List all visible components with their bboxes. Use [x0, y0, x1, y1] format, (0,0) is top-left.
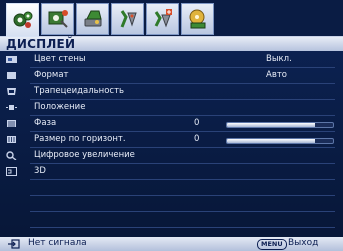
menu-item-label: Трапецеидальность: [34, 86, 125, 96]
phase-value: 0: [194, 118, 200, 128]
wall-color-icon: [6, 56, 17, 63]
menu-key-icon[interactable]: MENU: [257, 239, 287, 250]
menu-item-label: Размер по горизонт.: [34, 134, 126, 144]
h-size-slider[interactable]: [226, 138, 334, 144]
digital-zoom-icon: [6, 151, 17, 160]
picture-settings-icon: [13, 11, 32, 28]
status-bar: Нет сигнала MENU Выход: [0, 237, 343, 251]
menu-item-label: Фаза: [34, 118, 57, 128]
tab-information[interactable]: [181, 3, 214, 35]
keystone-icon: [7, 88, 16, 95]
advanced-picture-icon: [48, 10, 68, 28]
menu-tabs: [6, 3, 216, 37]
tab-system[interactable]: [111, 3, 144, 35]
information-icon: [189, 9, 205, 29]
tab-advanced-picture[interactable]: [41, 3, 74, 35]
tab-setup[interactable]: [76, 3, 109, 35]
menu-item-keystone[interactable]: Трапецеидальность: [0, 84, 343, 100]
3d-icon: [6, 167, 17, 176]
menu-title: ДИСПЛЕЙ: [6, 37, 76, 51]
exit-label: Выход: [288, 238, 319, 248]
menu-item-label: 3D: [34, 166, 46, 176]
wall-color-value[interactable]: Выкл.: [266, 54, 292, 64]
menu-item-wall-color[interactable]: Цвет стены Выкл.: [0, 52, 343, 68]
menu-item-label: Положение: [34, 102, 86, 112]
input-source-icon: [8, 239, 20, 249]
position-icon: [6, 105, 17, 110]
phase-slider[interactable]: [226, 122, 334, 128]
phase-slider-fill: [227, 123, 315, 127]
menu-item-label: Цвет стены: [34, 54, 86, 64]
menu-item-phase[interactable]: Фаза 0: [0, 116, 343, 132]
menu-item-aspect-ratio[interactable]: Формат Авто: [0, 68, 343, 84]
tab-picture[interactable]: [6, 3, 39, 37]
menu-item-position[interactable]: Положение: [0, 100, 343, 116]
menu-item-label: Цифровое увеличение: [34, 150, 135, 160]
empty-row: [0, 196, 343, 212]
menu-item-label: Формат: [34, 70, 69, 80]
setup-icon: [84, 10, 102, 27]
h-size-icon: [7, 136, 16, 143]
h-size-value: 0: [194, 134, 200, 144]
menu-title-bar: ДИСПЛЕЙ: [0, 37, 343, 51]
aspect-ratio-value[interactable]: Авто: [266, 70, 287, 80]
tab-advanced-system[interactable]: [146, 3, 179, 35]
system-settings-icon: [120, 10, 137, 28]
osd-menu: ДИСПЛЕЙ Цвет стены Выкл. Формат Авто Тра…: [0, 0, 343, 251]
menu-item-3d[interactable]: 3D: [0, 164, 343, 180]
phase-icon: [7, 120, 16, 127]
source-status: Нет сигнала: [28, 238, 87, 248]
menu-list: Цвет стены Выкл. Формат Авто Трапецеидал…: [0, 52, 343, 251]
menu-item-h-size[interactable]: Размер по горизонт. 0: [0, 132, 343, 148]
empty-row: [0, 212, 343, 228]
empty-row: [0, 180, 343, 196]
aspect-ratio-icon: [7, 72, 16, 79]
menu-item-digital-zoom[interactable]: Цифровое увеличение: [0, 148, 343, 164]
advanced-system-icon: [154, 9, 172, 28]
h-size-slider-fill: [227, 139, 315, 143]
